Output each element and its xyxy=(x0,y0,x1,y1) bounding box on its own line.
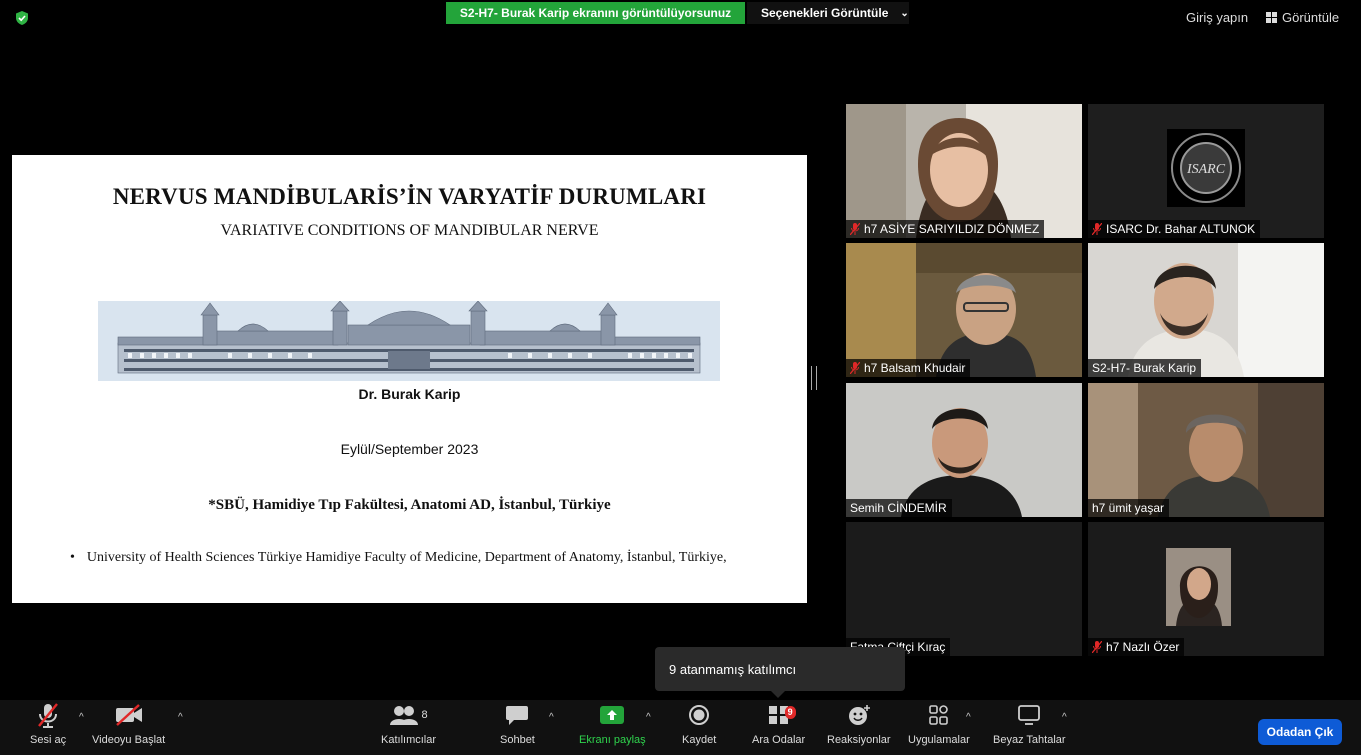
start-video-button[interactable]: Videoyu Başlat xyxy=(92,700,165,755)
participant-tile[interactable]: h7 ümit yaşar xyxy=(1088,383,1324,517)
participant-tile[interactable]: h7 Balsam Khudair xyxy=(846,243,1082,377)
reactions-label: Reaksiyonlar xyxy=(827,734,891,746)
mic-muted-icon xyxy=(850,362,860,374)
participants-label: Katılımcılar xyxy=(381,734,437,746)
reactions-button[interactable]: Reaksiyonlar xyxy=(827,700,891,755)
chat-button[interactable]: Sohbet xyxy=(500,700,535,755)
security-shield-icon[interactable] xyxy=(14,10,30,26)
participants-button[interactable]: 8 Katılımcılar xyxy=(381,700,436,755)
meeting-toolbar: Sesi aç ^ Videoyu Başlat ^ 8 Katılımcıla… xyxy=(0,700,1361,755)
view-label: Görüntüle xyxy=(1282,10,1340,25)
slide-bullet-text: University of Health Sciences Türkiye Ha… xyxy=(86,550,727,565)
audio-options-caret-icon[interactable]: ^ xyxy=(79,712,84,723)
participant-name-tag: h7 Balsam Khudair xyxy=(846,359,971,377)
whiteboard-options-caret-icon[interactable]: ^ xyxy=(1062,712,1067,723)
chat-label: Sohbet xyxy=(500,734,535,746)
share-options-caret-icon[interactable]: ^ xyxy=(646,712,651,723)
participant-name: h7 Balsam Khudair xyxy=(864,361,966,375)
mic-muted-icon xyxy=(850,223,860,235)
tooltip-arrow xyxy=(770,690,786,698)
participant-video xyxy=(1088,383,1324,517)
participant-tile[interactable]: h7 Nazlı Özer xyxy=(1088,522,1324,656)
isarc-logo-text: ISARC xyxy=(1186,162,1226,177)
view-options-dropdown[interactable]: Seçenekleri Görüntüle ⌄ xyxy=(747,2,909,24)
bullet-mark: • xyxy=(70,550,75,565)
participant-tile[interactable]: h7 ASİYE SARIYILDIZ DÖNMEZ xyxy=(846,104,1082,238)
start-video-label: Videoyu Başlat xyxy=(92,734,166,746)
mic-muted-icon xyxy=(37,700,59,730)
participant-name-tag: h7 ümit yaşar xyxy=(1088,499,1170,517)
participant-tile-active-speaker[interactable]: S2-H7- Burak Karip xyxy=(1088,243,1324,377)
participants-count: 8 xyxy=(421,709,428,721)
participant-name: h7 Nazlı Özer xyxy=(1106,640,1180,654)
breakout-badge: 9 xyxy=(784,706,796,719)
participant-name-tag: Semih CİNDEMİR xyxy=(846,499,952,517)
mic-muted-icon xyxy=(1092,641,1102,653)
sign-in-link[interactable]: Giriş yapın xyxy=(1186,10,1248,25)
share-screen-label: Ekranı paylaş xyxy=(579,734,646,746)
record-button[interactable]: Kaydet xyxy=(682,700,716,755)
record-icon xyxy=(688,700,710,730)
apps-options-caret-icon[interactable]: ^ xyxy=(966,712,971,723)
record-label: Kaydet xyxy=(682,734,717,746)
share-screen-icon xyxy=(599,700,625,730)
apps-label: Uygulamalar xyxy=(908,734,970,746)
view-button[interactable]: Görüntüle xyxy=(1266,10,1339,25)
participants-icon: 8 xyxy=(389,700,428,730)
view-options-label: Seçenekleri Görüntüle xyxy=(761,6,889,20)
mic-muted-icon xyxy=(1092,223,1102,235)
participant-video xyxy=(1088,243,1324,377)
university-building-image xyxy=(98,301,720,381)
video-options-caret-icon[interactable]: ^ xyxy=(178,712,183,723)
slide-author: Dr. Burak Karip xyxy=(358,386,461,402)
video-off-icon xyxy=(114,700,144,730)
view-grid-icon xyxy=(1266,12,1277,23)
participant-name: ISARC Dr. Bahar ALTUNOK xyxy=(1106,222,1256,236)
whiteboard-icon xyxy=(1017,700,1041,730)
participant-video xyxy=(846,243,1082,377)
participant-name: S2-H7- Burak Karip xyxy=(1092,361,1197,375)
slide-title: NERVUS MANDİBULARİS’İN VARYATİF DURUMLAR… xyxy=(112,184,707,209)
whiteboards-label: Beyaz Tahtalar xyxy=(993,734,1066,746)
unmute-label: Sesi aç xyxy=(30,734,67,746)
participant-name: h7 ümit yaşar xyxy=(1092,501,1165,515)
breakout-rooms-button[interactable]: 9 Ara Odalar xyxy=(752,700,805,755)
slide-subtitle: VARIATIVE CONDITIONS OF MANDIBULAR NERVE xyxy=(220,222,599,239)
chat-icon xyxy=(505,700,529,730)
leave-meeting-button[interactable]: Odadan Çık xyxy=(1258,719,1342,745)
participant-video xyxy=(846,383,1082,517)
participant-tile[interactable]: Fatma Çiftçi Kıraç xyxy=(846,522,1082,656)
reactions-smiley-icon xyxy=(847,700,871,730)
breakout-rooms-icon: 9 xyxy=(768,700,796,730)
unmute-button[interactable]: Sesi aç xyxy=(30,700,66,755)
whiteboards-button[interactable]: Beyaz Tahtalar xyxy=(993,700,1066,755)
participant-video xyxy=(846,104,1082,238)
shared-screen-slide[interactable]: NERVUS MANDİBULARİS’İN VARYATİF DURUMLAR… xyxy=(12,155,807,603)
screen-share-banner: S2-H7- Burak Karip ekranını görüntülüyor… xyxy=(446,2,745,24)
participant-avatar-photo xyxy=(1166,548,1231,626)
participant-name: Semih CİNDEMİR xyxy=(850,501,947,515)
chevron-down-icon: ⌄ xyxy=(900,7,909,19)
slide-bullet-item: • University of Health Sciences Türkiye H… xyxy=(70,550,727,566)
participant-name-tag: h7 ASİYE SARIYILDIZ DÖNMEZ xyxy=(846,220,1045,238)
participant-name-tag: h7 Nazlı Özer xyxy=(1088,638,1185,656)
participant-tile[interactable]: Semih CİNDEMİR xyxy=(846,383,1082,517)
share-screen-button[interactable]: Ekranı paylaş xyxy=(579,700,646,755)
participant-tile[interactable]: ISARC ISARC Dr. Bahar ALTUNOK xyxy=(1088,104,1324,238)
slide-date: Eylül/September 2023 xyxy=(340,441,479,457)
participant-name: h7 ASİYE SARIYILDIZ DÖNMEZ xyxy=(864,222,1040,236)
breakout-unassigned-tooltip: 9 atanmamış katılımcı xyxy=(655,647,905,691)
slide-institution: *SBÜ, Hamidiye Tıp Fakültesi, Anatomi AD… xyxy=(208,497,611,513)
participant-name-tag: S2-H7- Burak Karip xyxy=(1088,359,1202,377)
participant-name-tag: ISARC Dr. Bahar ALTUNOK xyxy=(1088,220,1261,238)
breakout-rooms-label: Ara Odalar xyxy=(752,734,806,746)
chat-options-caret-icon[interactable]: ^ xyxy=(549,712,554,723)
panel-resize-handle[interactable] xyxy=(811,366,817,390)
apps-icon xyxy=(928,700,950,730)
apps-button[interactable]: Uygulamalar xyxy=(908,700,970,755)
participant-logo-image: ISARC xyxy=(1088,104,1324,238)
